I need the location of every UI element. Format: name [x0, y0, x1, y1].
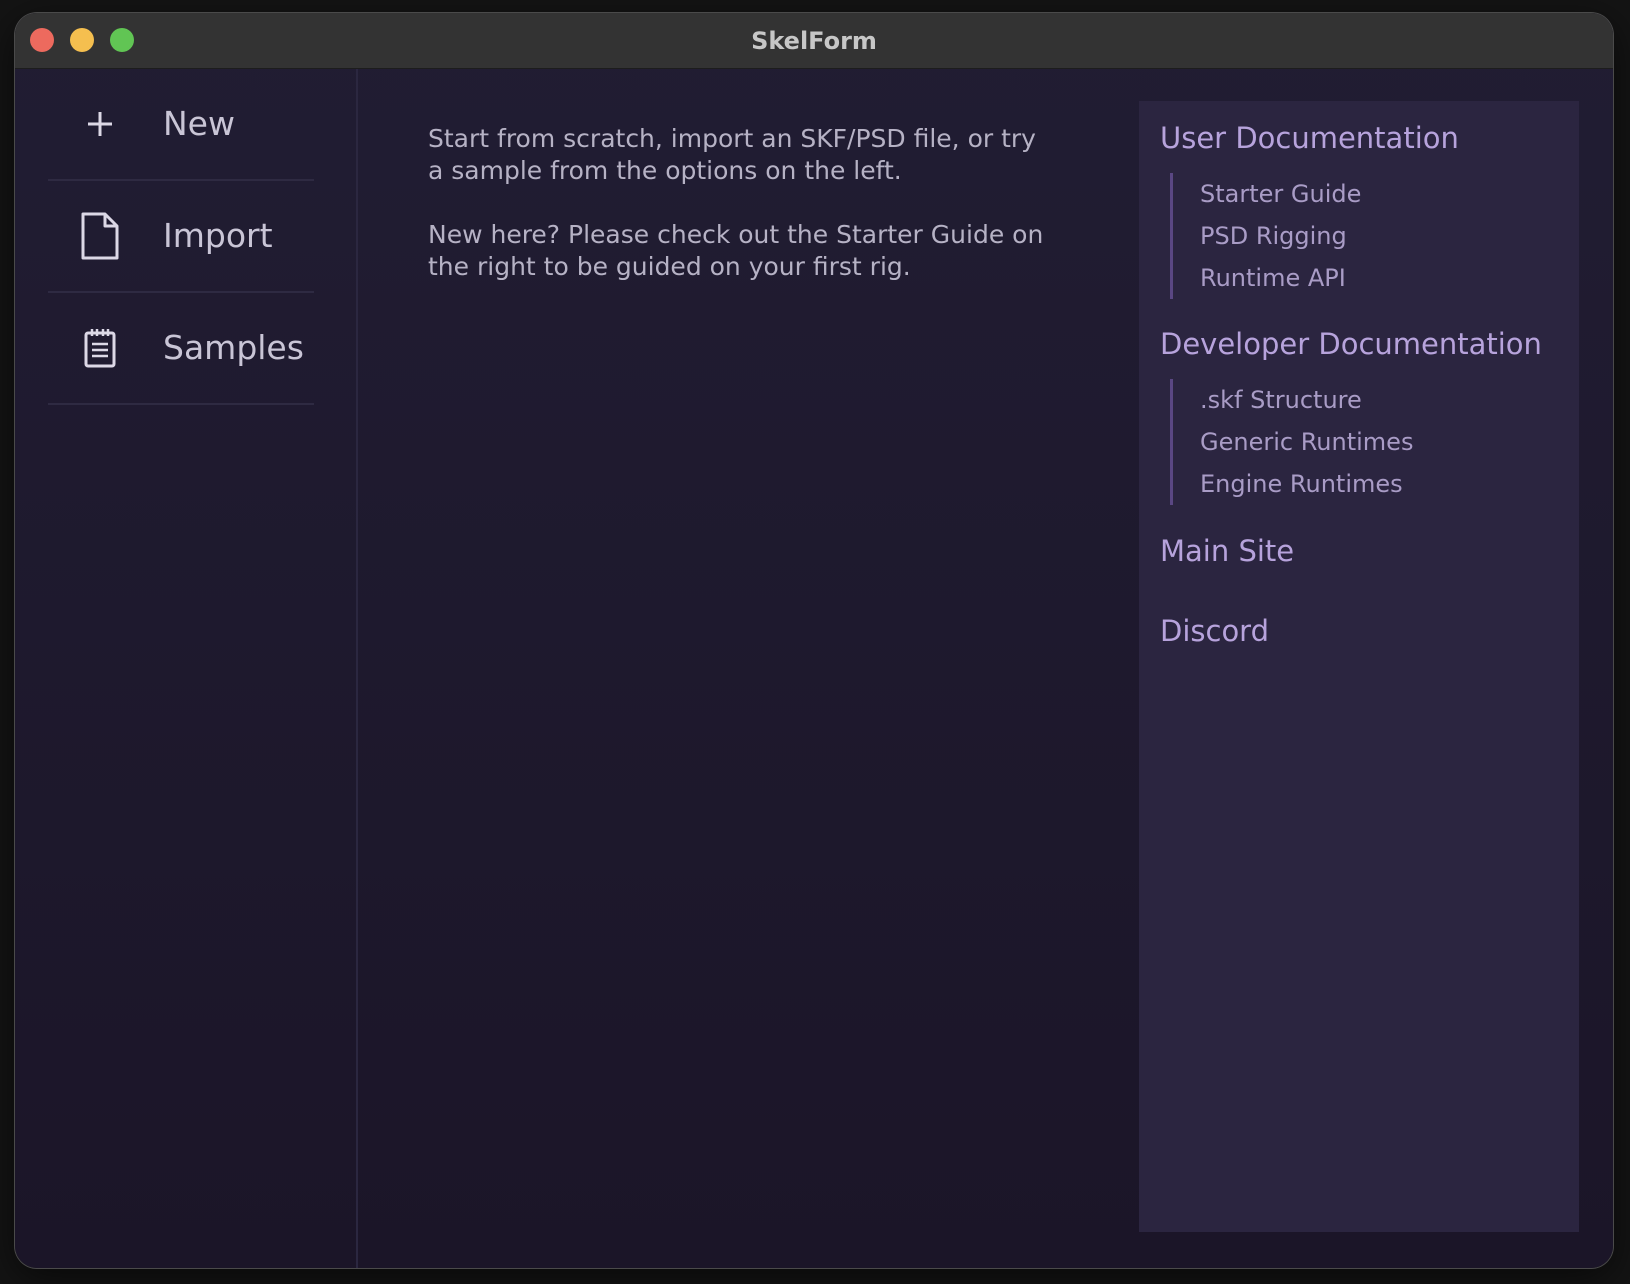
samples-button[interactable]: Samples — [48, 293, 314, 405]
import-label: Import — [163, 216, 273, 255]
intro-paragraph: Start from scratch, import an SKF/PSD fi… — [428, 124, 1036, 185]
close-window-button[interactable] — [30, 28, 54, 52]
starter-paragraph: New here? Please check out the Starter G… — [428, 220, 1044, 281]
new-button[interactable]: New — [48, 69, 314, 181]
plus-icon — [76, 69, 124, 179]
notepad-icon — [76, 293, 124, 403]
engine-runtimes-link[interactable]: Engine Runtimes — [1173, 463, 1553, 505]
app-window: SkelForm New Import Samples Start from s… — [15, 13, 1613, 1268]
import-button[interactable]: Import — [48, 181, 314, 293]
developer-doc-links: .skf Structure Generic Runtimes Engine R… — [1170, 379, 1553, 505]
documentation-panel: User Documentation Starter Guide PSD Rig… — [1139, 101, 1579, 1232]
minimize-window-button[interactable] — [70, 28, 94, 52]
developer-documentation-link[interactable]: Developer Documentation — [1160, 327, 1542, 361]
generic-runtimes-link[interactable]: Generic Runtimes — [1173, 421, 1553, 463]
discord-link[interactable]: Discord — [1160, 614, 1269, 648]
main-site-link[interactable]: Main Site — [1160, 534, 1294, 568]
title-bar: SkelForm — [15, 13, 1613, 69]
user-doc-links: Starter Guide PSD Rigging Runtime API — [1170, 173, 1553, 299]
sidebar: New Import Samples — [15, 69, 358, 1268]
window-title: SkelForm — [751, 26, 877, 55]
welcome-text: Start from scratch, import an SKF/PSD fi… — [428, 123, 1058, 315]
file-icon — [76, 181, 124, 291]
samples-label: Samples — [163, 328, 304, 367]
maximize-window-button[interactable] — [110, 28, 134, 52]
psd-rigging-link[interactable]: PSD Rigging — [1173, 215, 1553, 257]
skf-structure-link[interactable]: .skf Structure — [1173, 379, 1553, 421]
new-label: New — [163, 104, 235, 143]
runtime-api-link[interactable]: Runtime API — [1173, 257, 1553, 299]
starter-guide-link[interactable]: Starter Guide — [1173, 173, 1553, 215]
user-documentation-link[interactable]: User Documentation — [1160, 121, 1459, 155]
